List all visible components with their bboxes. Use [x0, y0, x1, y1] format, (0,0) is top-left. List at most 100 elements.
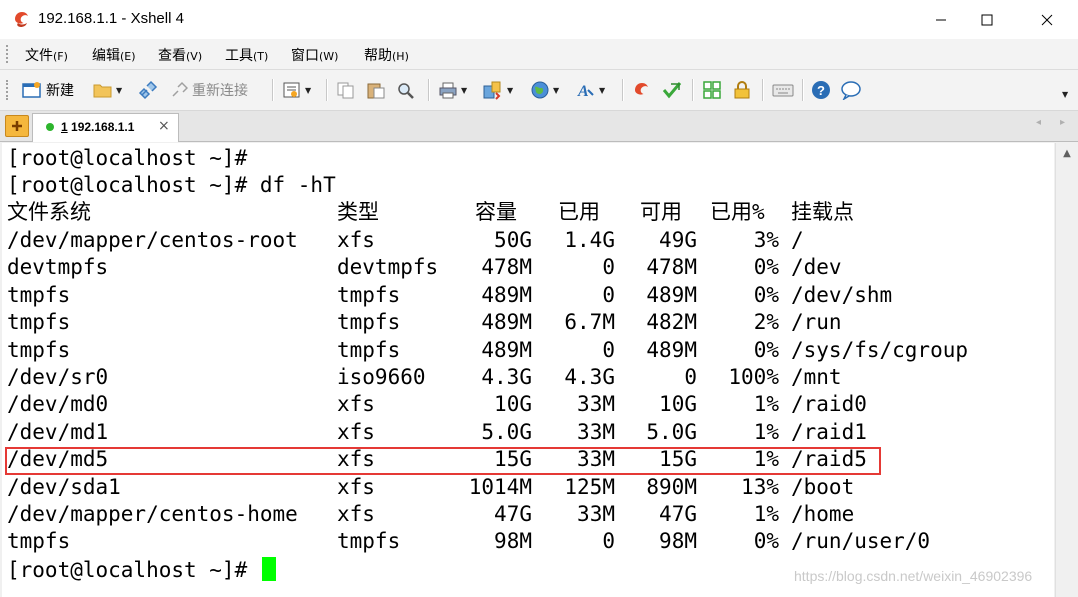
- paste-button[interactable]: [366, 79, 386, 101]
- globe-button[interactable]: ▼: [530, 79, 559, 101]
- size-cell: 489M: [481, 310, 532, 335]
- type-cell: xfs: [337, 419, 375, 444]
- lock-button[interactable]: [732, 79, 752, 101]
- link-icon: [138, 80, 158, 100]
- menu-window[interactable]: 窗口(W): [291, 45, 338, 65]
- mount-cell: /run/user/0: [791, 529, 931, 554]
- header-mounted-on: 挂载点: [791, 200, 854, 224]
- df-row: /dev/sr0 iso9660 4.3G 4.3G 0 100% /mnt: [7, 364, 1047, 391]
- close-button[interactable]: [1024, 0, 1070, 39]
- mount-cell: /dev: [791, 255, 842, 280]
- open-folder-button[interactable]: ▼: [93, 79, 122, 101]
- toolbar-overflow-icon[interactable]: ▼: [1062, 90, 1068, 99]
- keyboard-button[interactable]: [772, 79, 794, 101]
- layout-button[interactable]: [702, 79, 722, 101]
- size-cell: 5.0G: [481, 419, 532, 444]
- menu-edit[interactable]: 编辑(E): [92, 45, 136, 65]
- chevron-down-icon: ▼: [461, 85, 468, 95]
- toolbar-separator: [622, 79, 624, 101]
- minimize-button[interactable]: [918, 0, 964, 39]
- connect-button[interactable]: [138, 79, 158, 101]
- paste-icon: [367, 83, 385, 99]
- scroll-up-arrow-icon[interactable]: ▲: [1056, 143, 1078, 163]
- xshell-app-icon: [15, 12, 28, 27]
- type-cell: iso9660: [337, 365, 426, 389]
- avail-cell: 890M: [646, 474, 697, 499]
- help-button[interactable]: ?: [811, 79, 831, 101]
- tab-session-1[interactable]: 1 192.168.1.1 ×: [32, 113, 179, 142]
- df-row: devtmpfs devtmpfs 478M 0 478M 0% /dev: [7, 254, 1047, 281]
- toolbar-grip[interactable]: [6, 80, 11, 100]
- size-cell: 489M: [481, 337, 532, 362]
- used-cell: 33M: [577, 502, 615, 526]
- used-cell: 1.4G: [564, 228, 615, 252]
- xshell-button[interactable]: [632, 79, 652, 101]
- used-cell: 6.7M: [564, 310, 615, 335]
- toolbar: 新建 ▼ 重新连接 ▼ ▼ ▼ ▼ A ▼ ? ▼: [0, 70, 1078, 111]
- menu-file[interactable]: 文件(F): [25, 45, 68, 65]
- use-percent-cell: 0%: [753, 282, 779, 307]
- mount-cell: /boot: [791, 474, 855, 499]
- mount-cell: /raid0: [791, 392, 867, 417]
- maximize-icon: [981, 14, 993, 25]
- menu-help[interactable]: 帮助(H): [364, 45, 409, 65]
- file-transfer-icon: [483, 81, 501, 100]
- avail-cell: 10G: [659, 392, 697, 417]
- size-cell: 10G: [494, 392, 532, 417]
- tab-scroll-left-icon[interactable]: ◂: [1036, 117, 1041, 128]
- xftp-button[interactable]: [662, 79, 682, 101]
- terminal-area[interactable]: [root@localhost ~]# [root@localhost ~]# …: [2, 143, 1054, 597]
- transfer-button[interactable]: ▼: [482, 79, 513, 101]
- connected-status-icon: [46, 123, 54, 131]
- new-session-button[interactable]: 新建: [22, 79, 74, 101]
- menu-tools[interactable]: 工具(T): [225, 45, 268, 65]
- menu-view[interactable]: 查看(V): [158, 45, 202, 65]
- chevron-down-icon: ▼: [599, 85, 606, 95]
- chat-button[interactable]: [840, 79, 862, 101]
- menubar-grip[interactable]: [6, 45, 11, 63]
- filesystem-cell: /dev/sr0: [7, 365, 109, 389]
- copy-button[interactable]: [336, 79, 356, 101]
- print-button[interactable]: ▼: [438, 79, 467, 101]
- plus-icon: [12, 121, 22, 131]
- add-tab-button[interactable]: [5, 115, 29, 137]
- size-cell: 98M: [494, 529, 532, 554]
- size-cell: 4.3G: [481, 365, 532, 389]
- properties-button[interactable]: ▼: [282, 79, 311, 101]
- type-cell: devtmpfs: [337, 255, 439, 280]
- size-cell: 478M: [481, 255, 532, 280]
- toolbar-separator: [272, 79, 274, 101]
- avail-cell: 0: [684, 365, 697, 389]
- help-icon: ?: [812, 81, 830, 99]
- type-cell: xfs: [337, 474, 375, 499]
- used-cell: 0: [602, 529, 615, 554]
- tab-scroll-right-icon[interactable]: ▸: [1060, 117, 1065, 128]
- type-cell: xfs: [337, 392, 375, 417]
- copy-icon: [337, 82, 354, 99]
- maximize-button[interactable]: [964, 0, 1010, 39]
- type-cell: xfs: [337, 502, 375, 526]
- terminal-scrollbar[interactable]: ▲: [1055, 143, 1078, 597]
- size-cell: 50G: [494, 228, 532, 252]
- tab-close-icon[interactable]: ×: [158, 118, 170, 134]
- use-percent-cell: 1%: [753, 392, 779, 417]
- filesystem-cell: /dev/md1: [7, 419, 109, 444]
- filesystem-cell: tmpfs: [7, 310, 71, 335]
- size-cell: 489M: [481, 282, 532, 307]
- mount-cell: /run: [791, 310, 842, 335]
- header-avail: 可用: [640, 200, 682, 224]
- find-button[interactable]: [396, 79, 416, 101]
- reconnect-button[interactable]: 重新连接: [170, 79, 248, 101]
- type-cell: tmpfs: [337, 310, 401, 335]
- toolbar-separator: [692, 79, 694, 101]
- df-row: tmpfs tmpfs 489M 6.7M 482M 2% /run: [7, 309, 1047, 336]
- used-cell: 33M: [577, 419, 615, 444]
- terminal-prompt-line: [root@localhost ~]#: [7, 146, 248, 170]
- font-button[interactable]: A ▼: [576, 79, 605, 101]
- grid-layout-icon: [703, 81, 721, 99]
- toolbar-separator: [428, 79, 430, 101]
- printer-icon: [439, 82, 457, 99]
- reconnect-icon: [172, 81, 188, 97]
- avail-cell: 5.0G: [646, 419, 697, 444]
- filesystem-cell: tmpfs: [7, 529, 71, 554]
